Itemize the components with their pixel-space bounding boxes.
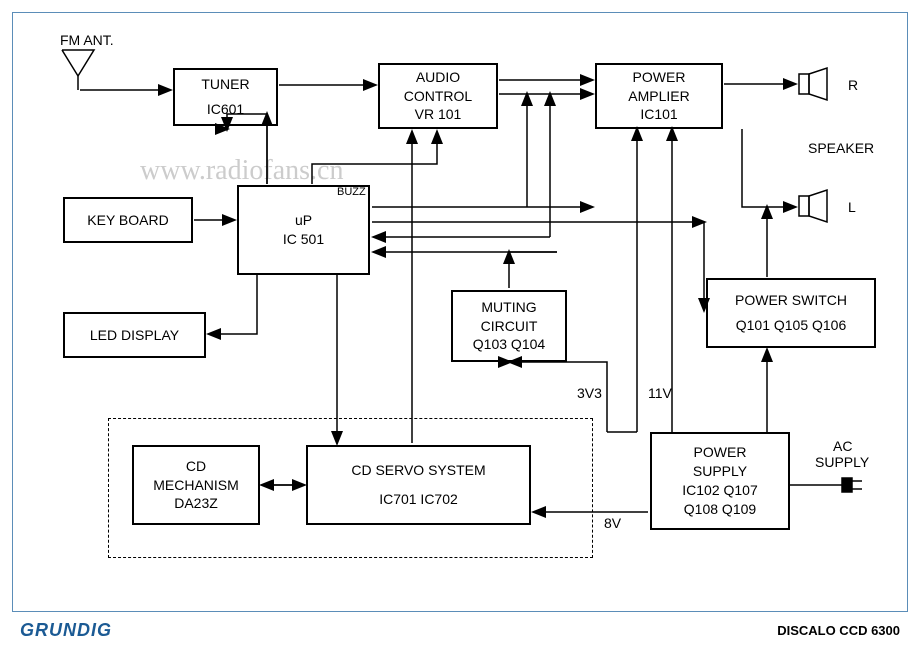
power-amp-block: POWER AMPLIER IC101 [595,63,723,129]
tuner-title: TUNER [201,75,249,94]
muting-block: MUTING CIRCUIT Q103 Q104 [451,290,567,362]
cd-mech-title1: CD [186,457,206,476]
power-supply-ic1: IC102 Q107 [682,481,758,500]
speaker-l-icon [797,188,837,224]
power-switch-q: Q101 Q105 Q106 [736,316,847,335]
speaker-r-label: R [848,77,858,93]
antenna-icon [60,48,100,93]
cd-mechanism-block: CD MECHANISM DA23Z [132,445,260,525]
model-label: DISCALO CCD 6300 [777,623,900,638]
tuner-block: TUNER IC601 [173,68,278,126]
cd-mech-title2: MECHANISM [153,476,239,495]
audio-control-title1: AUDIO [416,68,460,87]
v8-label: 8V [604,515,621,531]
muting-title2: CIRCUIT [481,317,538,336]
tuner-ic: IC601 [207,100,244,119]
cd-servo-ic: IC701 IC702 [379,490,458,509]
power-supply-title2: SUPPLY [693,462,747,481]
audio-control-title2: CONTROL [404,87,472,106]
audio-control-block: AUDIO CONTROL VR 101 [378,63,498,129]
cd-mech-model: DA23Z [174,494,218,513]
power-supply-block: POWER SUPPLY IC102 Q107 Q108 Q109 [650,432,790,530]
ac-plug-icon [830,472,870,498]
keyboard-label: KEY BOARD [87,211,168,230]
power-amp-title1: POWER [633,68,686,87]
led-display-block: LED DISPLAY [63,312,206,358]
footer: GRUNDIG DISCALO CCD 6300 [12,616,908,644]
ac-label-2: SUPPLY [815,454,869,470]
power-supply-title1: POWER [694,443,747,462]
power-amp-title2: AMPLIER [628,87,689,106]
speaker-r-icon [797,66,837,102]
led-display-label: LED DISPLAY [90,326,179,345]
power-switch-title: POWER SWITCH [735,291,847,310]
ac-label-1: AC [833,438,852,454]
power-supply-ic2: Q108 Q109 [684,500,756,519]
power-amp-ic: IC101 [640,105,677,124]
speaker-text: SPEAKER [808,140,874,156]
brand-logo: GRUNDIG [20,620,112,641]
cd-servo-title: CD SERVO SYSTEM [351,461,485,480]
muting-title1: MUTING [481,298,536,317]
up-ic: IC 501 [283,230,324,249]
up-title: uP [295,211,312,230]
muting-q: Q103 Q104 [473,335,545,354]
v11-label: 11V [648,385,672,401]
audio-control-vr: VR 101 [415,105,462,124]
v3v3-label: 3V3 [577,385,602,401]
speaker-l-label: L [848,199,856,215]
cd-servo-block: CD SERVO SYSTEM IC701 IC702 [306,445,531,525]
keyboard-block: KEY BOARD [63,197,193,243]
fm-ant-label: FM ANT. [60,32,114,48]
up-block: uP IC 501 [237,185,370,275]
buzz-label: BUZZ [337,186,366,198]
power-switch-block: POWER SWITCH Q101 Q105 Q106 [706,278,876,348]
